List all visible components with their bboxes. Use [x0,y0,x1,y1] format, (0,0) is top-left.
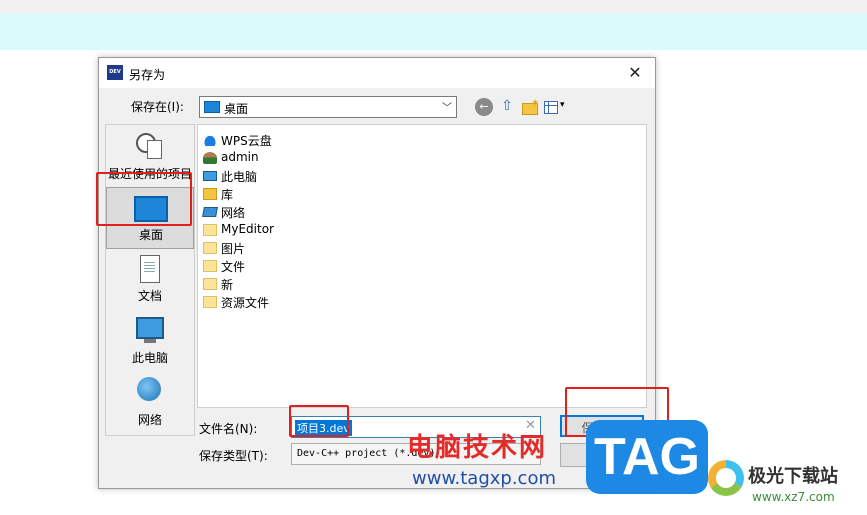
recent-items-icon [136,133,162,159]
devcpp-app-icon: DEV [107,65,123,80]
aurora-logo-icon [708,460,744,496]
desktop-icon [204,101,220,113]
list-item[interactable]: admin [203,149,403,167]
list-item[interactable]: 此电脑 [203,167,403,185]
save-in-label: 保存在(I): [131,100,184,114]
list-item[interactable]: 新 [203,275,403,293]
folder-icon [203,260,217,272]
save-in-value: 桌面 [224,102,249,116]
new-folder-button[interactable]: ✶ [521,98,539,116]
cloud-icon [203,134,217,146]
place-network[interactable]: 网络 [106,373,194,435]
chevron-down-icon: ﹀ [442,103,452,114]
place-label: 网络 [137,413,162,427]
list-item[interactable]: WPS云盘 [203,131,403,149]
filetype-label: 保存类型(T): [199,449,268,463]
user-icon [203,152,217,164]
highlight-desktop [96,172,192,226]
place-label: 文档 [137,289,162,303]
watermark-brand: 电脑技术网 [407,433,548,463]
highlight-filename [289,405,349,437]
back-button[interactable]: ← [475,98,493,116]
network-icon [137,377,161,401]
folder-icon [203,242,217,254]
close-button[interactable]: ✕ [615,58,655,88]
background-top-bar [0,0,867,14]
place-this-pc[interactable]: 此电脑 [106,311,194,373]
dropdown-arrow-icon: ▾ [560,100,565,110]
documents-icon [140,255,160,283]
sparkle-icon: ✶ [531,98,540,109]
folder-icon [203,278,217,290]
list-item[interactable]: 文件 [203,257,403,275]
place-label: 此电脑 [131,351,168,365]
save-in-dropdown[interactable]: 桌面 ﹀ [199,96,457,118]
file-list[interactable]: WPS云盘 admin 此电脑 库 网络 MyEditor 图片 文件 新 资源… [197,124,647,408]
filename-label: 文件名(N): [199,422,258,436]
dialog-titlebar: DEV 另存为 ✕ [99,58,655,88]
places-bar: 最近使用的项目 桌面 文档 此电脑 网络 [105,124,195,436]
dialog-title: 另存为 [129,68,166,82]
folder-icon [203,224,217,236]
folder-icon [203,296,217,308]
list-item[interactable]: 网络 [202,203,403,221]
view-menu-button[interactable]: ▾ [544,98,570,116]
watermark-url: www.tagxp.com [412,468,556,489]
network-icon [202,207,218,217]
this-pc-icon [136,317,164,343]
list-item[interactable]: MyEditor [203,221,403,239]
watermark-site-url: www.xz7.com [752,490,835,504]
library-icon [203,188,217,200]
tag-logo: TAG [586,420,708,494]
watermark-site-name: 极光下载站 [748,466,838,487]
place-documents[interactable]: 文档 [106,249,194,311]
view-grid-icon [544,101,558,114]
background-cyan-bar [0,14,867,50]
computer-icon [203,171,217,181]
list-item[interactable]: 资源文件 [203,293,403,311]
list-item[interactable]: 库 [203,185,403,203]
list-item[interactable]: 图片 [203,239,403,257]
place-label: 桌面 [138,228,163,242]
up-one-level-button[interactable]: ⇧ [498,98,516,116]
